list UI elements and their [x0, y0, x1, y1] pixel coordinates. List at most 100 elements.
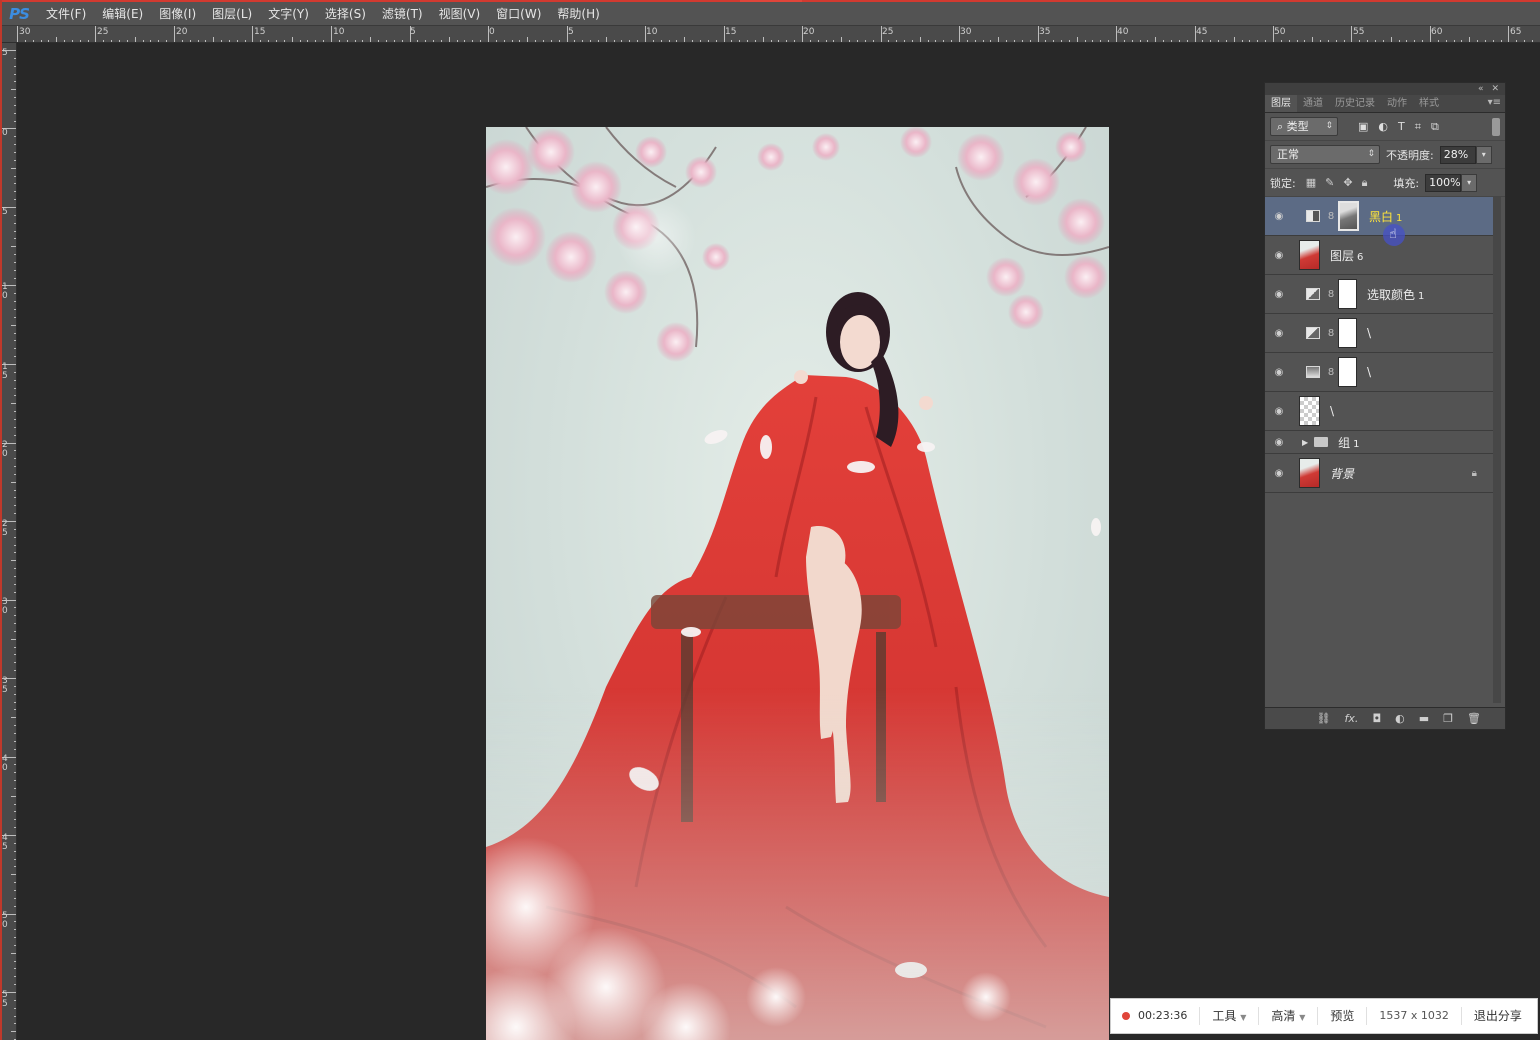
tab-history[interactable]: 历史记录 [1329, 95, 1381, 112]
expand-arrow-icon[interactable]: ▶ [1302, 438, 1308, 447]
layer-thumbnail[interactable] [1299, 240, 1320, 270]
menu-view[interactable]: 视图(V) [431, 3, 489, 25]
layer-name[interactable]: \ [1330, 404, 1334, 418]
fill-slider-arrow-icon[interactable]: ▾ [1461, 173, 1478, 192]
filter-image-icon[interactable]: ▣ [1358, 120, 1368, 134]
fill-control: 100% ▾ [1425, 173, 1478, 192]
ruler-h-label: 35 [1039, 27, 1051, 37]
new-layer-icon[interactable]: ❐ [1443, 712, 1453, 725]
layer-row-adjustment-b[interactable]: ◉ 8 \ [1265, 353, 1493, 392]
new-adjustment-icon[interactable]: ◐ [1395, 712, 1405, 725]
menu-window[interactable]: 窗口(W) [488, 3, 549, 25]
blend-mode-dropdown[interactable]: 正常 ⇕ [1270, 145, 1380, 164]
collapse-panel-icon[interactable]: « [1478, 84, 1484, 94]
add-mask-icon[interactable]: ◘ [1372, 712, 1381, 725]
fx-icon[interactable]: fx. [1345, 712, 1359, 725]
layer-name[interactable]: 背景 [1330, 465, 1354, 482]
ruler-h-label: 55 [1353, 27, 1365, 37]
layer-name[interactable]: 选取颜色 1 [1367, 286, 1424, 303]
lock-label: 锁定: [1270, 176, 1296, 190]
layer-mask-thumbnail[interactable] [1338, 318, 1357, 348]
ruler-v-label: 3 5 [2, 676, 8, 695]
menu-filter[interactable]: 滤镜(T) [374, 3, 431, 25]
exit-share-button[interactable]: 退出分享 [1462, 1007, 1534, 1025]
layer-row-layer-6[interactable]: ◉ 图层 6 [1265, 236, 1493, 275]
link-layers-icon[interactable]: ⛓ [1317, 712, 1331, 725]
menu-edit[interactable]: 编辑(E) [94, 3, 151, 25]
layer-row-group-1[interactable]: ◉ ▶ 组1 [1265, 431, 1493, 454]
menu-layer[interactable]: 图层(L) [204, 3, 260, 25]
filter-adjustment-icon[interactable]: ◐ [1378, 120, 1388, 134]
document-photo[interactable] [486, 127, 1109, 1040]
menu-help[interactable]: 帮助(H) [549, 3, 607, 25]
layer-name[interactable]: 组1 [1338, 434, 1359, 451]
chain-link-icon[interactable]: 8 [1324, 289, 1338, 300]
filter-toggle-switch[interactable] [1492, 117, 1500, 136]
layer-name[interactable]: \ [1367, 365, 1371, 379]
eye-icon[interactable]: ◉ [1265, 367, 1293, 378]
filter-shape-icon[interactable]: ⌗ [1415, 120, 1421, 134]
lock-all-icon[interactable]: 🔒︎ [1362, 176, 1368, 190]
layer-row-selective-color-1[interactable]: ◉ 8 选取颜色 1 [1265, 275, 1493, 314]
layer-mask-thumbnail[interactable] [1338, 201, 1359, 231]
chain-link-icon[interactable]: 8 [1324, 328, 1338, 339]
layer-name[interactable]: 图层 6 [1330, 247, 1363, 264]
layer-row-background[interactable]: ◉ 背景 🔒︎ [1265, 454, 1493, 493]
close-panel-icon[interactable]: ✕ [1491, 84, 1499, 94]
fill-input[interactable]: 100% [1425, 173, 1462, 192]
layer-row-bw-1[interactable]: ◉ 8 黑白 1 [1265, 197, 1493, 236]
tab-actions[interactable]: 动作 [1381, 95, 1413, 112]
chain-link-icon[interactable]: 8 [1324, 211, 1338, 222]
new-group-icon[interactable]: ▬ [1419, 712, 1429, 725]
eye-icon[interactable]: ◉ [1265, 406, 1293, 417]
hand-cursor-icon: ☝ [1389, 227, 1397, 242]
filter-type-icon[interactable]: T [1398, 120, 1405, 134]
panel-bottom-toolbar: ⛓ fx. ◘ ◐ ▬ ❐ 🗑︎ [1265, 707, 1505, 729]
menu-image[interactable]: 图像(I) [151, 3, 204, 25]
filter-smart-object-icon[interactable]: ⧉ [1431, 120, 1439, 134]
quality-dropdown[interactable]: 高清 ▼ [1259, 1007, 1319, 1025]
tab-channels[interactable]: 通道 [1297, 95, 1329, 112]
layer-row-transparent[interactable]: ◉ \ [1265, 392, 1493, 431]
layer-name[interactable]: 黑白 1 [1369, 208, 1402, 225]
panel-menu-icon[interactable]: ▾≡ [1488, 97, 1501, 108]
tools-dropdown[interactable]: 工具 ▼ [1200, 1007, 1260, 1025]
lock-icons: ▦ ✎ ✥ 🔒︎ [1306, 176, 1368, 190]
ruler-horizontal[interactable]: 30 25 20 15 10 5 0 5 10 15 20 25 30 35 4… [0, 26, 1540, 43]
menu-type[interactable]: 文字(Y) [260, 3, 317, 25]
eye-icon[interactable]: ◉ [1265, 250, 1293, 261]
lock-pixels-icon[interactable]: ✎ [1325, 176, 1334, 190]
menu-file[interactable]: 文件(F) [38, 3, 94, 25]
ps-logo: PS [9, 4, 30, 23]
trash-icon[interactable]: 🗑︎ [1467, 712, 1481, 725]
ruler-vertical[interactable]: 5 0 5 1 0 1 5 2 0 2 5 3 0 3 5 4 0 4 5 5 … [0, 43, 17, 1040]
filter-kind-dropdown[interactable]: ⌕ 类型 ⇕ [1270, 117, 1338, 136]
layer-row-adjustment-a[interactable]: ◉ 8 \ [1265, 314, 1493, 353]
eye-icon[interactable]: ◉ [1265, 468, 1293, 479]
opacity-slider-arrow-icon[interactable]: ▾ [1475, 145, 1492, 164]
chain-link-icon[interactable]: 8 [1324, 367, 1338, 378]
layer-mask-thumbnail[interactable] [1338, 357, 1357, 387]
menu-select[interactable]: 选择(S) [317, 3, 374, 25]
recording-bar: 00:23:36 工具 ▼ 高清 ▼ 预览 1537 x 1032 退出分享 [1110, 998, 1538, 1034]
selective-color-adjustment-icon [1306, 288, 1320, 300]
preview-button[interactable]: 预览 [1318, 1007, 1368, 1025]
lock-position-icon[interactable]: ✥ [1343, 176, 1352, 190]
eye-icon[interactable]: ◉ [1265, 328, 1293, 339]
layer-thumbnail[interactable] [1299, 396, 1320, 426]
ruler-h-label: 30 [960, 27, 972, 37]
layer-thumbnail[interactable] [1299, 458, 1320, 488]
eye-icon[interactable]: ◉ [1265, 211, 1293, 222]
opacity-input[interactable]: 28% [1439, 145, 1476, 164]
ruler-vertical-ticks [0, 50, 16, 1040]
tab-layers[interactable]: 图层 [1265, 95, 1297, 112]
eye-icon[interactable]: ◉ [1265, 437, 1293, 448]
ruler-v-label: 0 [2, 128, 8, 138]
eye-icon[interactable]: ◉ [1265, 289, 1293, 300]
panel-scrollbar[interactable] [1493, 197, 1501, 703]
lock-transparent-icon[interactable]: ▦ [1306, 176, 1316, 190]
search-icon: ⌕ [1277, 120, 1284, 133]
layer-name[interactable]: \ [1367, 326, 1371, 340]
tab-styles[interactable]: 样式 [1413, 95, 1445, 112]
layer-mask-thumbnail[interactable] [1338, 279, 1357, 309]
